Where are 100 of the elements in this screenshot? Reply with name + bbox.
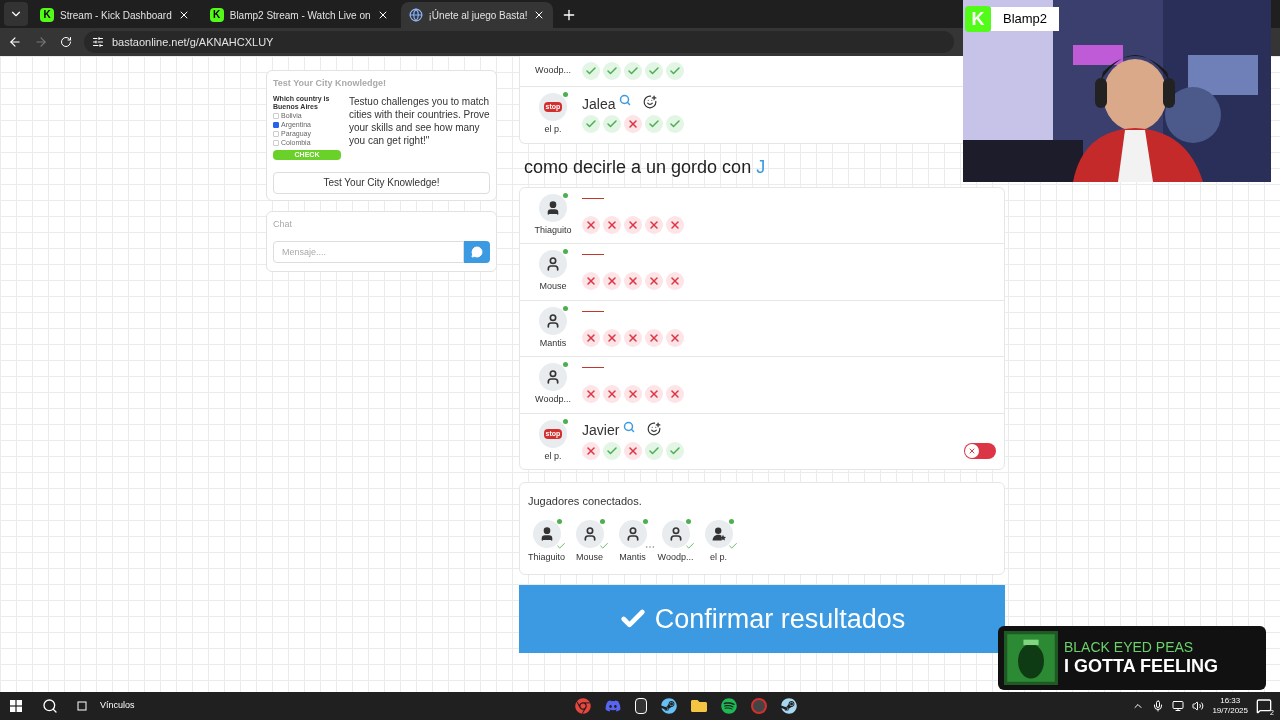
tab-title: ¡Únete al juego Basta! <box>428 8 528 23</box>
invalid-mark[interactable] <box>645 272 663 290</box>
valid-mark[interactable] <box>624 62 642 80</box>
task-view-icon[interactable] <box>76 700 88 712</box>
tab-title: Blamp2 Stream - Watch Live on <box>229 8 371 23</box>
player-name: Thiaguito <box>528 550 565 564</box>
search-icon[interactable] <box>42 698 58 714</box>
invalid-mark[interactable] <box>582 215 600 234</box>
player-name: Woodp... <box>657 550 694 564</box>
invalid-mark[interactable] <box>645 385 663 403</box>
volume-icon[interactable] <box>1192 700 1205 712</box>
answer-text: Javier <box>582 421 620 440</box>
tab-list-button[interactable] <box>4 2 28 26</box>
artist-name: BLACK EYED PEAS <box>1064 639 1195 655</box>
valid-mark[interactable] <box>666 115 684 133</box>
invalid-mark[interactable] <box>624 115 642 133</box>
invalid-mark[interactable] <box>624 385 642 403</box>
windows-logo[interactable] <box>10 700 22 712</box>
valid-mark[interactable] <box>582 62 600 80</box>
player-name: Mouse <box>539 280 567 293</box>
send-button[interactable] <box>464 241 490 263</box>
player-name: el p. <box>544 123 562 136</box>
invalid-mark[interactable] <box>603 215 621 234</box>
valid-mark[interactable] <box>666 441 684 460</box>
invalid-mark[interactable] <box>624 328 642 347</box>
user-icon <box>545 256 561 272</box>
invalid-mark[interactable] <box>666 215 684 234</box>
valid-mark[interactable] <box>645 62 663 80</box>
microphone-icon[interactable] <box>1152 700 1165 712</box>
category-title: como decirle a un gordo con J <box>524 155 767 179</box>
kick-logo: K <box>209 8 224 22</box>
valid-mark[interactable] <box>603 62 621 80</box>
invalid-mark[interactable] <box>582 272 600 290</box>
invalid-mark[interactable] <box>624 272 642 290</box>
valid-mark[interactable] <box>645 441 663 460</box>
tab-title: Stream - Kick Dashboard <box>60 8 172 23</box>
valid-mark[interactable] <box>603 441 621 460</box>
invalid-mark[interactable] <box>582 385 600 403</box>
valid-mark[interactable] <box>582 115 600 133</box>
invalid-mark[interactable] <box>645 328 663 347</box>
clock-date: 19/7/2025 <box>1212 706 1248 716</box>
invalid-mark[interactable] <box>603 272 621 290</box>
song-title: I GOTTA FEELING <box>1064 655 1218 677</box>
empty-answer-line <box>582 310 604 312</box>
player-name: Thiaguito <box>534 223 572 237</box>
game-store-icon[interactable] <box>780 698 797 714</box>
invalid-mark[interactable] <box>603 385 621 403</box>
emoji-add-icon[interactable] <box>643 95 658 109</box>
invalid-mark[interactable] <box>666 385 684 403</box>
empty-answer-line <box>582 367 604 368</box>
message-field[interactable]: Mensaje.... <box>273 241 464 263</box>
connected-title: Jugadores conectados. <box>528 494 643 509</box>
music-app-icon[interactable] <box>720 698 737 714</box>
folder-icon[interactable] <box>690 698 707 714</box>
forward-icon[interactable] <box>34 35 48 49</box>
speech-bubble-icon <box>471 246 483 258</box>
ad-description: Testuo challenges you to match cities with their countries. Prove your skills and see how many you can get right!" <box>349 94 490 148</box>
back-icon[interactable] <box>8 35 22 49</box>
player-name: Mantis <box>539 336 567 350</box>
toolbar-label[interactable]: Vínculos <box>100 699 135 713</box>
browser-tab[interactable]: ¡Únete al juego Basta! <box>400 2 554 28</box>
emoji-add-icon[interactable] <box>647 421 662 436</box>
player-name: Woodp... <box>535 393 571 406</box>
user-icon <box>545 199 561 216</box>
player-name: el p. <box>544 449 562 463</box>
empty-answer-line <box>582 254 604 255</box>
browser-tab[interactable]: K Stream - Kick Dashboard <box>32 2 198 28</box>
streamer-name: Blamp2 <box>991 7 1060 31</box>
address-bar[interactable]: bastaonline.net/g/AKNAHCXLUY <box>84 31 954 53</box>
invalid-mark[interactable] <box>582 328 600 347</box>
quiz-checkbox[interactable] <box>273 121 279 128</box>
ad-title: Test Your City Knowledge! <box>273 77 387 90</box>
invalid-mark[interactable] <box>582 441 600 460</box>
invalid-mark[interactable] <box>666 272 684 290</box>
user-icon <box>545 312 561 329</box>
reload-icon[interactable] <box>60 36 72 48</box>
globe-icon <box>408 8 423 22</box>
clock-time: 16:33 <box>1220 696 1241 706</box>
invalid-mark[interactable] <box>603 328 621 347</box>
empty-answer-line <box>582 197 604 199</box>
valid-mark[interactable] <box>645 115 663 133</box>
user-star-icon <box>710 525 727 542</box>
network-icon[interactable] <box>1172 700 1185 712</box>
browser-icon[interactable] <box>574 698 591 714</box>
browser-tab[interactable]: K Blamp2 Stream - Watch Live on <box>201 2 397 28</box>
ad-button[interactable]: Test Your City Knowledge! <box>273 171 490 194</box>
invalid-mark[interactable] <box>645 215 663 234</box>
answer-text: Jalea <box>582 94 616 114</box>
validity-toggle[interactable] <box>964 442 996 459</box>
valid-mark[interactable] <box>666 62 684 80</box>
invalid-mark[interactable] <box>624 441 642 460</box>
game-store-icon[interactable] <box>660 698 677 714</box>
chat-app-icon[interactable] <box>604 698 621 714</box>
invalid-mark[interactable] <box>624 215 642 234</box>
player-name: Mantis <box>619 550 646 564</box>
invalid-mark[interactable] <box>666 328 684 347</box>
player-name: Woodp... <box>535 64 571 77</box>
player-name: Mouse <box>576 550 603 564</box>
notifications-icon[interactable] <box>1256 698 1272 714</box>
valid-mark[interactable] <box>603 115 621 133</box>
